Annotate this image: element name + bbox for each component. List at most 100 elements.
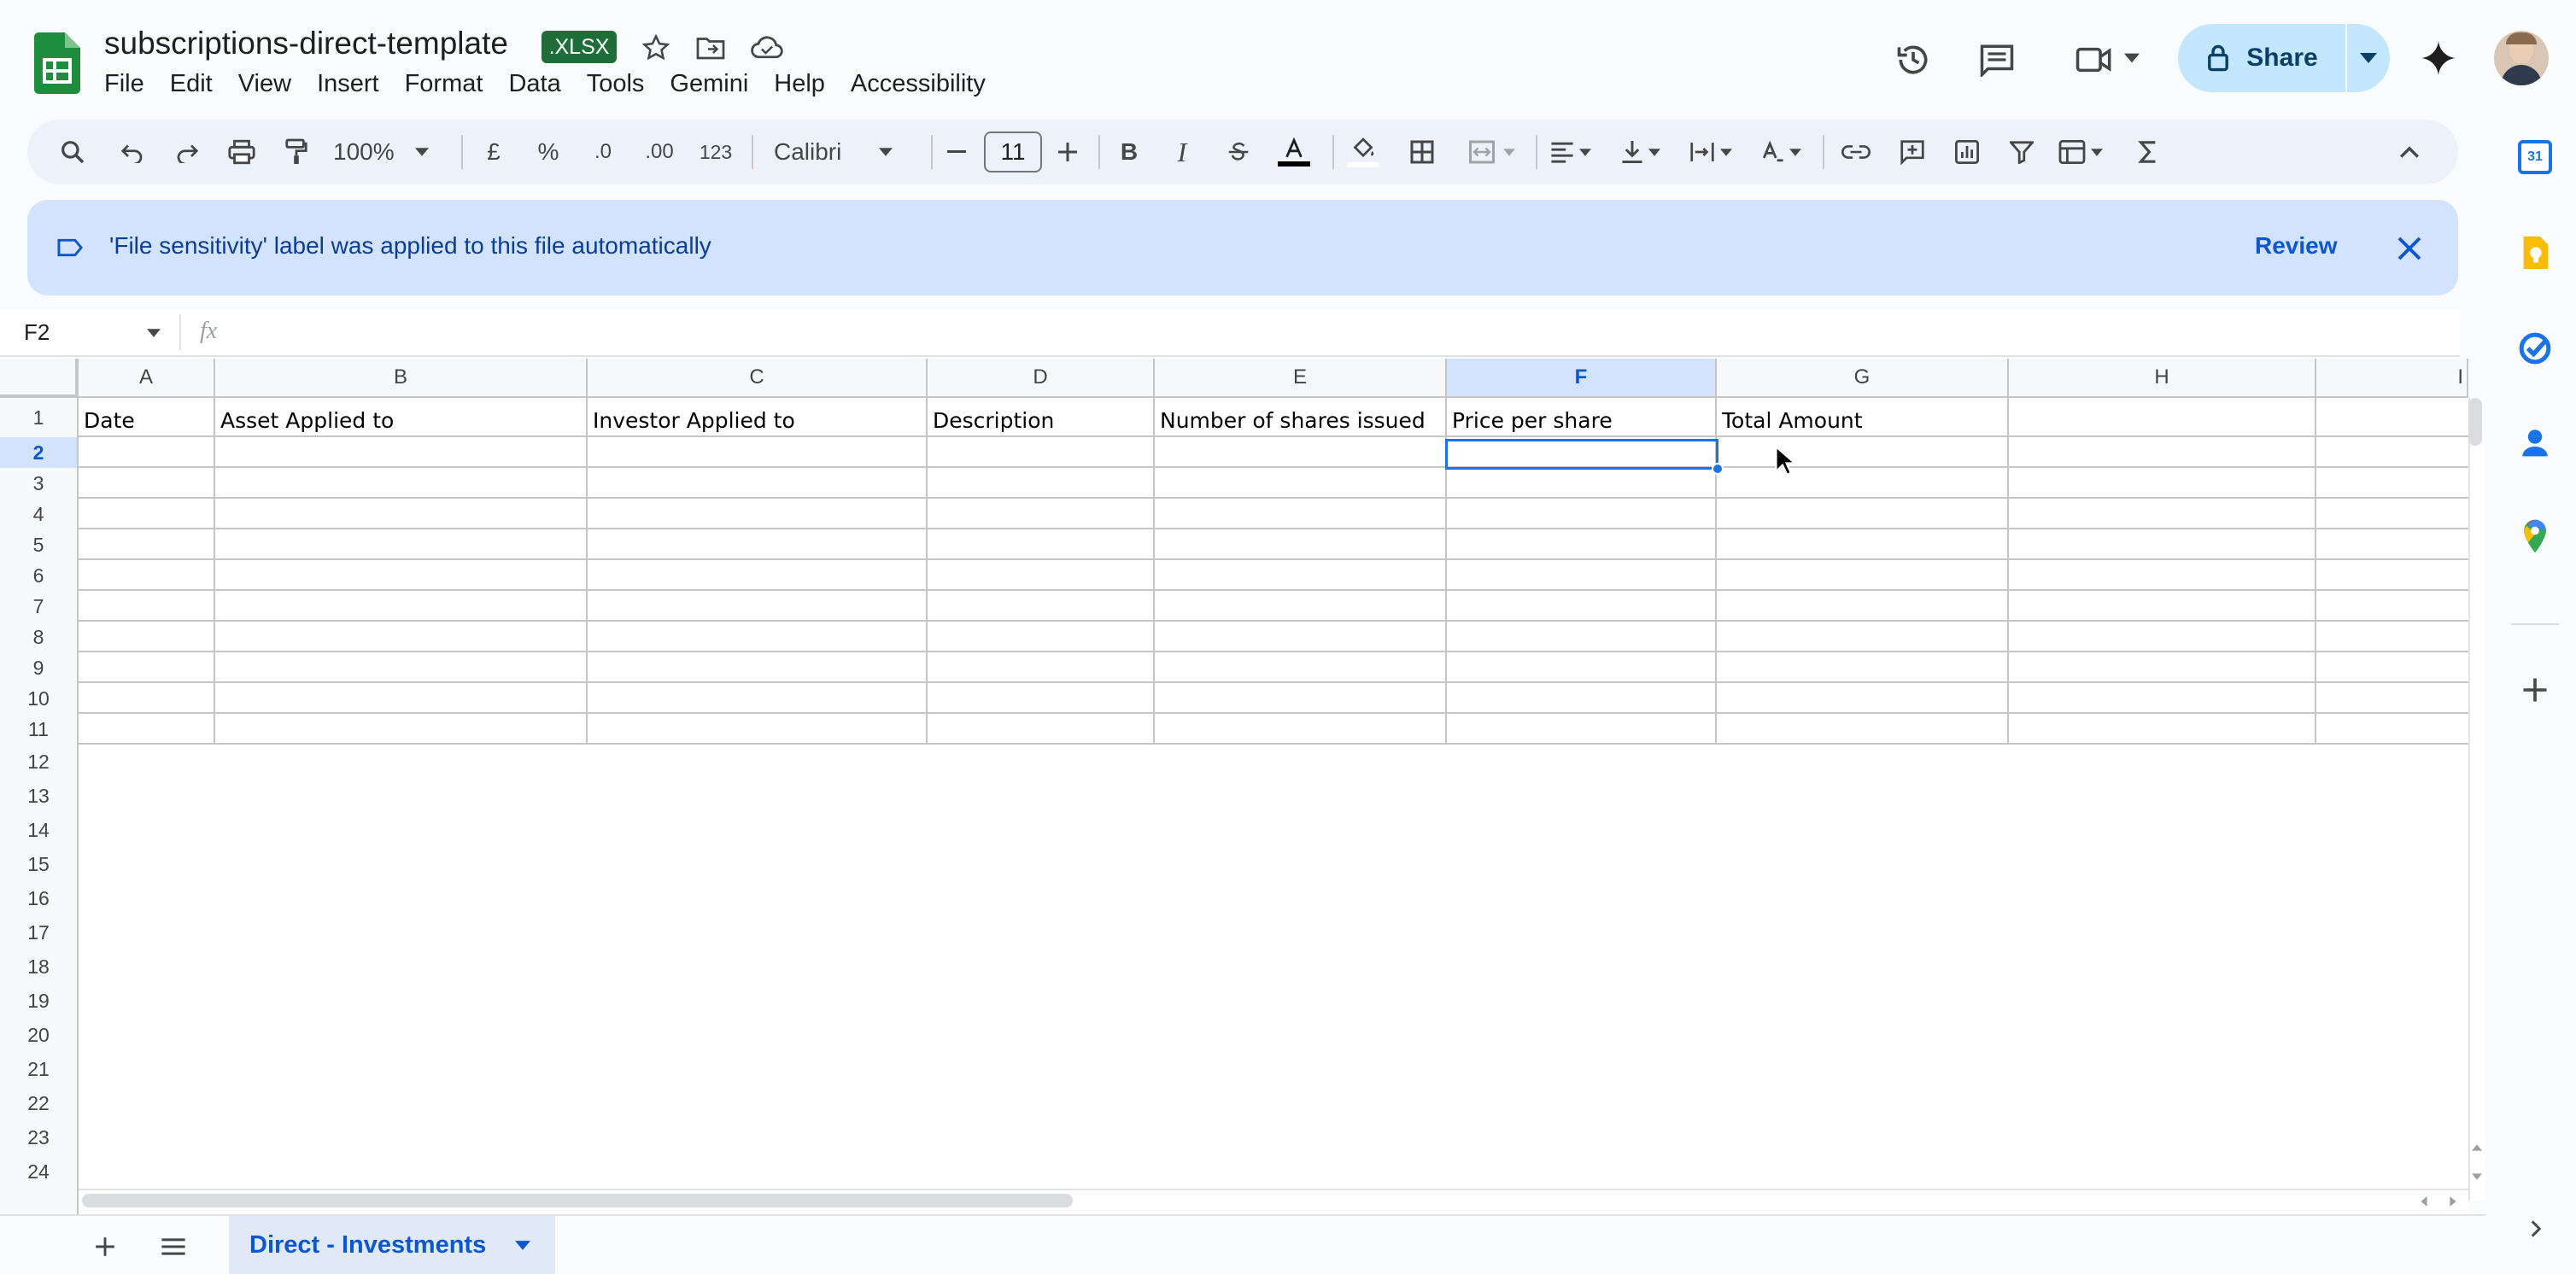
formula-input[interactable] [248, 314, 2434, 352]
scroll-left-icon[interactable] [2414, 1194, 2434, 1209]
show-side-panel-chevron-icon[interactable] [2523, 1216, 2549, 1242]
row-header[interactable]: 2 [0, 437, 79, 468]
row-header[interactable]: 16 [0, 881, 79, 915]
menu-edit[interactable]: Edit [170, 70, 213, 98]
font-size-input[interactable]: 11 [984, 131, 1042, 172]
corner-select-all[interactable] [0, 359, 79, 398]
vertical-scrollbar-thumb[interactable] [2468, 398, 2482, 446]
scroll-down-icon[interactable] [2468, 1168, 2485, 1185]
font-size-increase-icon[interactable] [1051, 120, 1085, 184]
close-banner-icon[interactable] [2390, 229, 2429, 268]
row-header[interactable]: 24 [0, 1154, 79, 1189]
row-header[interactable]: 21 [0, 1052, 79, 1086]
move-folder-icon[interactable] [692, 31, 729, 65]
scroll-right-icon[interactable] [2443, 1194, 2463, 1209]
column-header-i[interactable]: I [2316, 359, 2468, 398]
filter-icon[interactable] [2000, 120, 2043, 184]
number-format-button[interactable]: 123 [692, 120, 740, 184]
add-sheet-icon[interactable] [85, 1230, 125, 1264]
column-header-h[interactable]: H [2009, 359, 2316, 398]
comments-icon[interactable] [1973, 38, 2021, 82]
meet-icon[interactable] [2065, 38, 2123, 82]
redo-icon[interactable] [166, 120, 208, 184]
borders-icon[interactable] [1401, 120, 1443, 184]
menu-gemini[interactable]: Gemini [670, 70, 748, 98]
cell-e1[interactable]: Number of shares issued [1160, 408, 1426, 433]
zoom-select[interactable]: 100% [333, 120, 444, 184]
row-header[interactable]: 7 [0, 591, 79, 622]
menu-accessibility[interactable]: Accessibility [851, 70, 986, 98]
cloud-status-icon[interactable] [746, 31, 787, 65]
menu-view[interactable]: View [238, 70, 291, 98]
sheet-tab-chevron-icon[interactable] [515, 1240, 531, 1250]
selected-cell-f2[interactable] [1445, 439, 1718, 470]
merge-cells-icon[interactable] [1457, 120, 1525, 184]
column-header-f[interactable]: F [1447, 359, 1717, 398]
fill-color-icon[interactable] [1341, 120, 1385, 184]
row-header[interactable]: 6 [0, 560, 79, 591]
cell-grid[interactable] [0, 359, 2468, 1213]
menu-format[interactable]: Format [405, 70, 483, 98]
cell-c1[interactable]: Investor Applied to [593, 408, 795, 433]
horizontal-scrollbar-thumb[interactable] [82, 1194, 1073, 1207]
name-box-chevron-icon[interactable] [143, 323, 164, 343]
meet-chevron-down-icon[interactable] [2122, 48, 2142, 68]
menu-help[interactable]: Help [774, 70, 825, 98]
paint-format-icon[interactable] [275, 120, 318, 184]
column-header-c[interactable]: C [588, 359, 928, 398]
horizontal-align-icon[interactable] [1543, 120, 1599, 184]
undo-icon[interactable] [111, 120, 154, 184]
row-header[interactable]: 18 [0, 950, 79, 984]
all-sheets-icon[interactable] [154, 1230, 193, 1264]
menu-tools[interactable]: Tools [587, 70, 645, 98]
tasks-icon[interactable] [2515, 328, 2556, 369]
column-header-a[interactable]: A [79, 359, 215, 398]
column-header-g[interactable]: G [1717, 359, 2009, 398]
text-wrapping-icon[interactable] [1683, 120, 1739, 184]
italic-button[interactable]: I [1163, 120, 1201, 184]
sheet-tab-active[interactable]: Direct - Investments [229, 1216, 555, 1274]
row-header[interactable]: 10 [0, 683, 79, 714]
maps-icon[interactable] [2515, 516, 2556, 557]
row-header[interactable]: 13 [0, 779, 79, 813]
row-header[interactable]: 3 [0, 468, 79, 499]
review-button[interactable]: Review [2255, 232, 2338, 260]
vertical-align-icon[interactable] [1613, 120, 1669, 184]
column-header-e[interactable]: E [1155, 359, 1447, 398]
name-box[interactable]: F2 [24, 319, 50, 346]
row-header[interactable]: 8 [0, 622, 79, 652]
font-family-select[interactable]: Calibri [774, 120, 910, 184]
cell-a1[interactable]: Date [84, 408, 135, 433]
menu-file[interactable]: File [104, 70, 144, 98]
insert-link-icon[interactable] [1835, 120, 1877, 184]
row-header[interactable]: 20 [0, 1018, 79, 1052]
filter-views-icon[interactable] [2050, 120, 2111, 184]
column-header-d[interactable]: D [928, 359, 1155, 398]
row-header[interactable]: 1 [0, 398, 79, 437]
row-header[interactable]: 23 [0, 1120, 79, 1154]
insert-comment-icon[interactable] [1891, 120, 1934, 184]
row-header[interactable]: 19 [0, 984, 79, 1018]
text-rotation-icon[interactable] [1753, 120, 1809, 184]
row-header[interactable]: 14 [0, 813, 79, 847]
currency-format-button[interactable]: £ [473, 120, 514, 184]
share-options-chevron-icon[interactable] [2347, 24, 2390, 92]
cell-d1[interactable]: Description [933, 408, 1054, 433]
row-header[interactable]: 5 [0, 529, 79, 560]
menu-data[interactable]: Data [508, 70, 560, 98]
star-icon[interactable] [637, 31, 675, 65]
insert-chart-icon[interactable] [1946, 120, 1988, 184]
row-header[interactable]: 12 [0, 745, 79, 779]
collapse-menus-icon[interactable] [2388, 120, 2431, 184]
row-header[interactable]: 22 [0, 1086, 79, 1120]
contacts-icon[interactable] [2515, 422, 2556, 463]
search-menus-icon[interactable] [51, 120, 94, 184]
menu-insert[interactable]: Insert [317, 70, 379, 98]
cell-g1[interactable]: Total Amount [1722, 408, 1863, 433]
add-addon-icon[interactable] [2515, 669, 2556, 710]
bold-button[interactable]: B [1110, 120, 1148, 184]
row-header[interactable]: 11 [0, 714, 79, 745]
cell-b1[interactable]: Asset Applied to [220, 408, 394, 433]
sheets-logo[interactable] [34, 32, 80, 94]
strikethrough-icon[interactable] [1220, 120, 1257, 184]
